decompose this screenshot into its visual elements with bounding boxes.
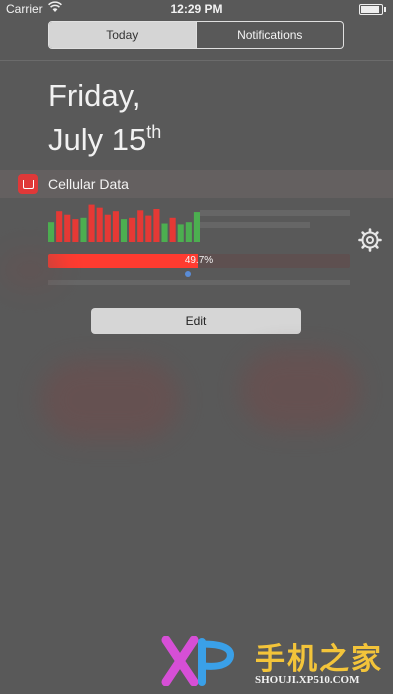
widget-title: Cellular Data	[48, 176, 129, 192]
usage-bar	[193, 212, 200, 242]
blurred-widget-shape	[0, 250, 60, 290]
data-usage-progress-bar: 49.7%	[48, 254, 350, 268]
usage-bar	[129, 217, 136, 242]
usage-bar	[104, 214, 111, 242]
decorative-band	[200, 210, 350, 216]
date-weekday: Friday,	[48, 78, 141, 113]
usage-bar	[185, 222, 192, 242]
tab-today[interactable]: Today	[49, 22, 196, 48]
status-bar: Carrier 12:29 PM	[0, 0, 393, 18]
usage-bar	[48, 222, 55, 242]
blurred-widget-shape	[240, 350, 360, 430]
clock-time: 12:29 PM	[170, 2, 223, 16]
gear-icon[interactable]	[358, 228, 382, 252]
watermark-chinese-text: 手机之家	[255, 643, 383, 676]
cellular-data-app-icon	[18, 174, 38, 194]
usage-bar	[56, 211, 63, 242]
progress-percent-label: 49.7%	[184, 255, 214, 266]
divider	[0, 60, 393, 61]
usage-bar	[112, 211, 119, 242]
usage-bar	[137, 210, 144, 242]
usage-bar	[88, 204, 95, 242]
date-day: July 15th	[48, 114, 161, 158]
watermark-url: SHOUJI.XP510.COM	[255, 674, 360, 686]
usage-bar	[120, 219, 128, 242]
daily-usage-bar-chart	[48, 198, 200, 242]
usage-bar	[153, 209, 160, 242]
usage-bar	[161, 223, 168, 242]
usage-bar	[64, 214, 71, 242]
watermark: 手机之家 SHOUJI.XP510.COM	[160, 632, 393, 694]
date-month-day: July 15	[48, 122, 147, 157]
usage-bar	[169, 217, 176, 242]
date-ordinal-suffix: th	[146, 122, 162, 142]
tab-notifications[interactable]: Notifications	[195, 22, 344, 48]
date-heading: Friday, July 15th	[48, 78, 161, 158]
cellular-data-widget-body[interactable]: 49.7%	[0, 198, 393, 298]
decorative-band	[200, 222, 310, 228]
xp-logo-icon	[161, 636, 234, 686]
edit-button[interactable]: Edit	[91, 308, 301, 334]
usage-bar	[145, 215, 152, 242]
progress-marker-dot	[185, 271, 191, 277]
widget-header-cellular-data[interactable]: Cellular Data	[0, 170, 393, 198]
battery-icon	[359, 4, 386, 15]
usage-bar	[96, 207, 103, 242]
usage-bars-svg	[48, 204, 200, 242]
blurred-widget-shape	[40, 360, 180, 440]
usage-bar	[177, 224, 184, 242]
usage-bar	[72, 219, 79, 242]
usage-bar	[80, 217, 87, 242]
today-notifications-segmented-control: Today Notifications	[48, 21, 344, 49]
decorative-band	[48, 280, 350, 285]
